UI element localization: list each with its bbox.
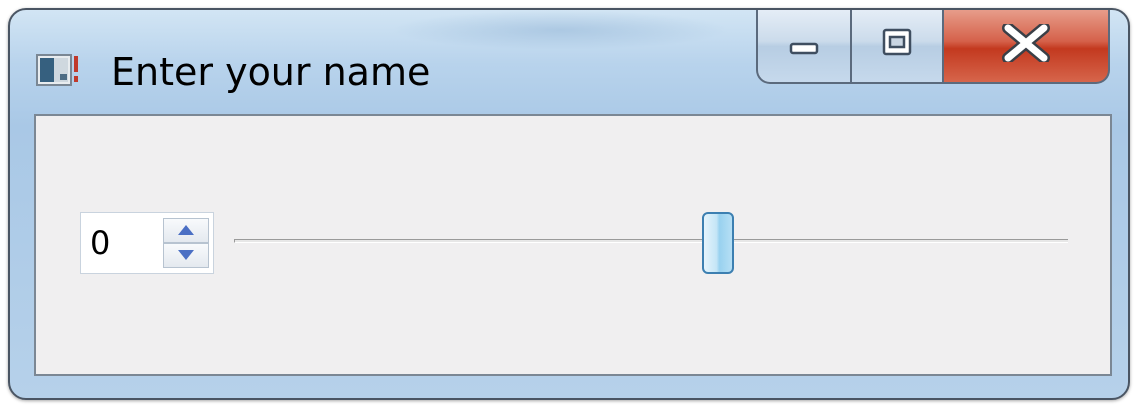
arrow-up-icon	[177, 221, 195, 240]
minimize-icon	[786, 28, 822, 62]
number-spinbox[interactable]: 0	[80, 212, 214, 274]
arrow-down-icon	[177, 246, 195, 265]
spinbox-value[interactable]: 0	[90, 221, 110, 265]
spin-down-button[interactable]	[163, 243, 209, 268]
caption-buttons	[756, 10, 1110, 86]
spinbox-buttons	[163, 218, 209, 268]
maximize-icon	[880, 27, 914, 63]
application-window-icon[interactable]	[36, 54, 80, 86]
close-button[interactable]	[944, 10, 1110, 84]
client-area: 0	[34, 114, 1112, 376]
slider-track[interactable]	[234, 239, 1068, 243]
title-bar[interactable]: Enter your name	[10, 10, 1128, 114]
spin-up-button[interactable]	[163, 218, 209, 243]
dialog-window: Enter your name 0	[8, 8, 1130, 400]
window-title: Enter your name	[111, 50, 431, 94]
minimize-button[interactable]	[756, 10, 852, 84]
maximize-button[interactable]	[852, 10, 944, 84]
slider-thumb[interactable]	[702, 212, 734, 274]
close-icon	[1000, 22, 1052, 66]
